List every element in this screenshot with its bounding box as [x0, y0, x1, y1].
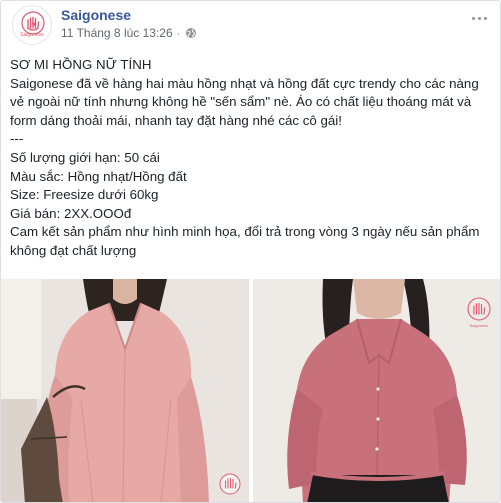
- watermark-text: Saigonese: [470, 323, 490, 328]
- light-pink-shirt-illustration: [1, 279, 249, 502]
- page-name-link[interactable]: Saigonese: [61, 7, 131, 23]
- post-price: Giá bán: 2XX.OOOđ: [10, 205, 132, 221]
- hand-heart-logo-icon: [21, 11, 45, 35]
- post-colors: Màu sắc: Hồng nhạt/Hồng đất: [10, 168, 187, 184]
- post-size: Size: Freesize dưới 60kg: [10, 187, 159, 203]
- photo-earth-pink-shirt[interactable]: Saigonese: [253, 279, 500, 502]
- post-title: SƠ MI HỒNG NỮ TÍNH: [10, 57, 152, 72]
- post-timestamp[interactable]: 11 Tháng 8 lúc 13:26: [61, 26, 173, 40]
- post-message: SƠ MI HỒNG NỮ TÍNH Saigonese đã về hàng …: [10, 56, 490, 261]
- post-quantity: Số lượng giới hạn: 50 cái: [10, 149, 160, 165]
- meta-separator: ·: [176, 26, 181, 40]
- post-meta: 11 Tháng 8 lúc 13:26 ·: [61, 26, 197, 40]
- more-options-icon[interactable]: [468, 11, 490, 25]
- bottom-watermark-logo-icon: [219, 473, 241, 495]
- post-description: Saigonese đã về hàng hai màu hồng nhạt v…: [10, 75, 483, 128]
- avatar-logo-text: Saigonese: [20, 32, 44, 38]
- facebook-post: Saigonese Saigonese 11 Tháng 8 lúc 13:26…: [0, 0, 501, 503]
- post-header: Saigonese Saigonese 11 Tháng 8 lúc 13:26…: [12, 5, 492, 45]
- post-divider-text: ---: [10, 131, 24, 147]
- page-avatar[interactable]: Saigonese: [12, 5, 52, 45]
- globe-icon[interactable]: [185, 27, 197, 39]
- photo-light-pink-shirt[interactable]: [1, 279, 249, 502]
- post-commitment: Cam kết sản phẩm như hình minh họa, đổi …: [10, 224, 484, 258]
- earth-pink-shirt-illustration: Saigonese: [253, 279, 500, 502]
- photo-grid: Saigonese: [1, 279, 500, 502]
